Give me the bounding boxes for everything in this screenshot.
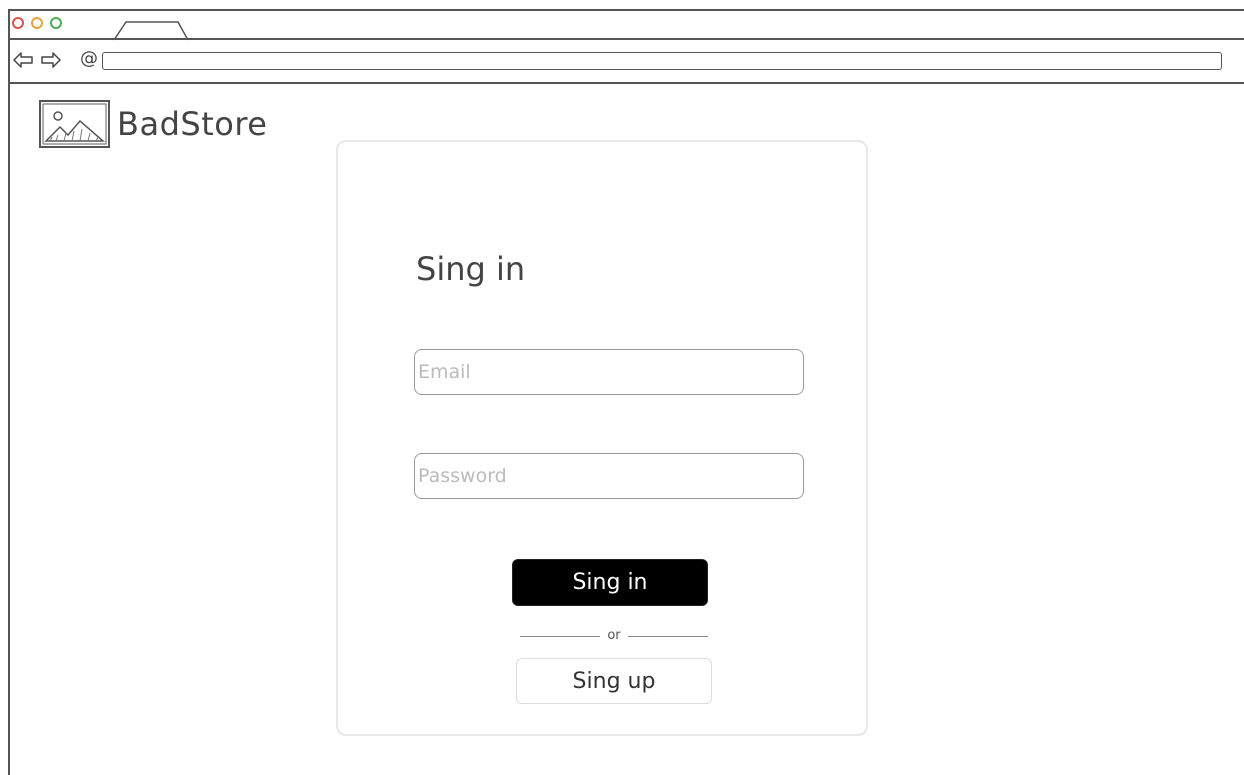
maximize-window-dot[interactable] — [50, 17, 62, 29]
email-field[interactable] — [414, 349, 804, 395]
browser-tab[interactable] — [106, 21, 196, 41]
at-sign-icon: @ — [80, 48, 98, 69]
minimize-window-dot[interactable] — [31, 17, 43, 29]
signin-card: Sing in Sing in or Sing up — [336, 140, 868, 736]
signup-button[interactable]: Sing up — [516, 658, 712, 704]
back-arrow-icon[interactable] — [12, 51, 34, 69]
signin-title: Sing in — [416, 250, 526, 288]
signin-button[interactable]: Sing in — [512, 559, 708, 606]
forward-arrow-icon[interactable] — [40, 51, 62, 69]
browser-titlebar — [10, 11, 1244, 41]
or-divider: or — [520, 628, 708, 644]
image-placeholder-icon — [39, 100, 110, 148]
browser-address-bar: @ — [10, 40, 1244, 84]
password-field[interactable] — [414, 453, 804, 499]
url-input[interactable] — [102, 52, 1222, 70]
divider-line-right — [628, 636, 708, 637]
brand-name: BadStore — [117, 105, 268, 143]
close-window-dot[interactable] — [12, 17, 24, 29]
